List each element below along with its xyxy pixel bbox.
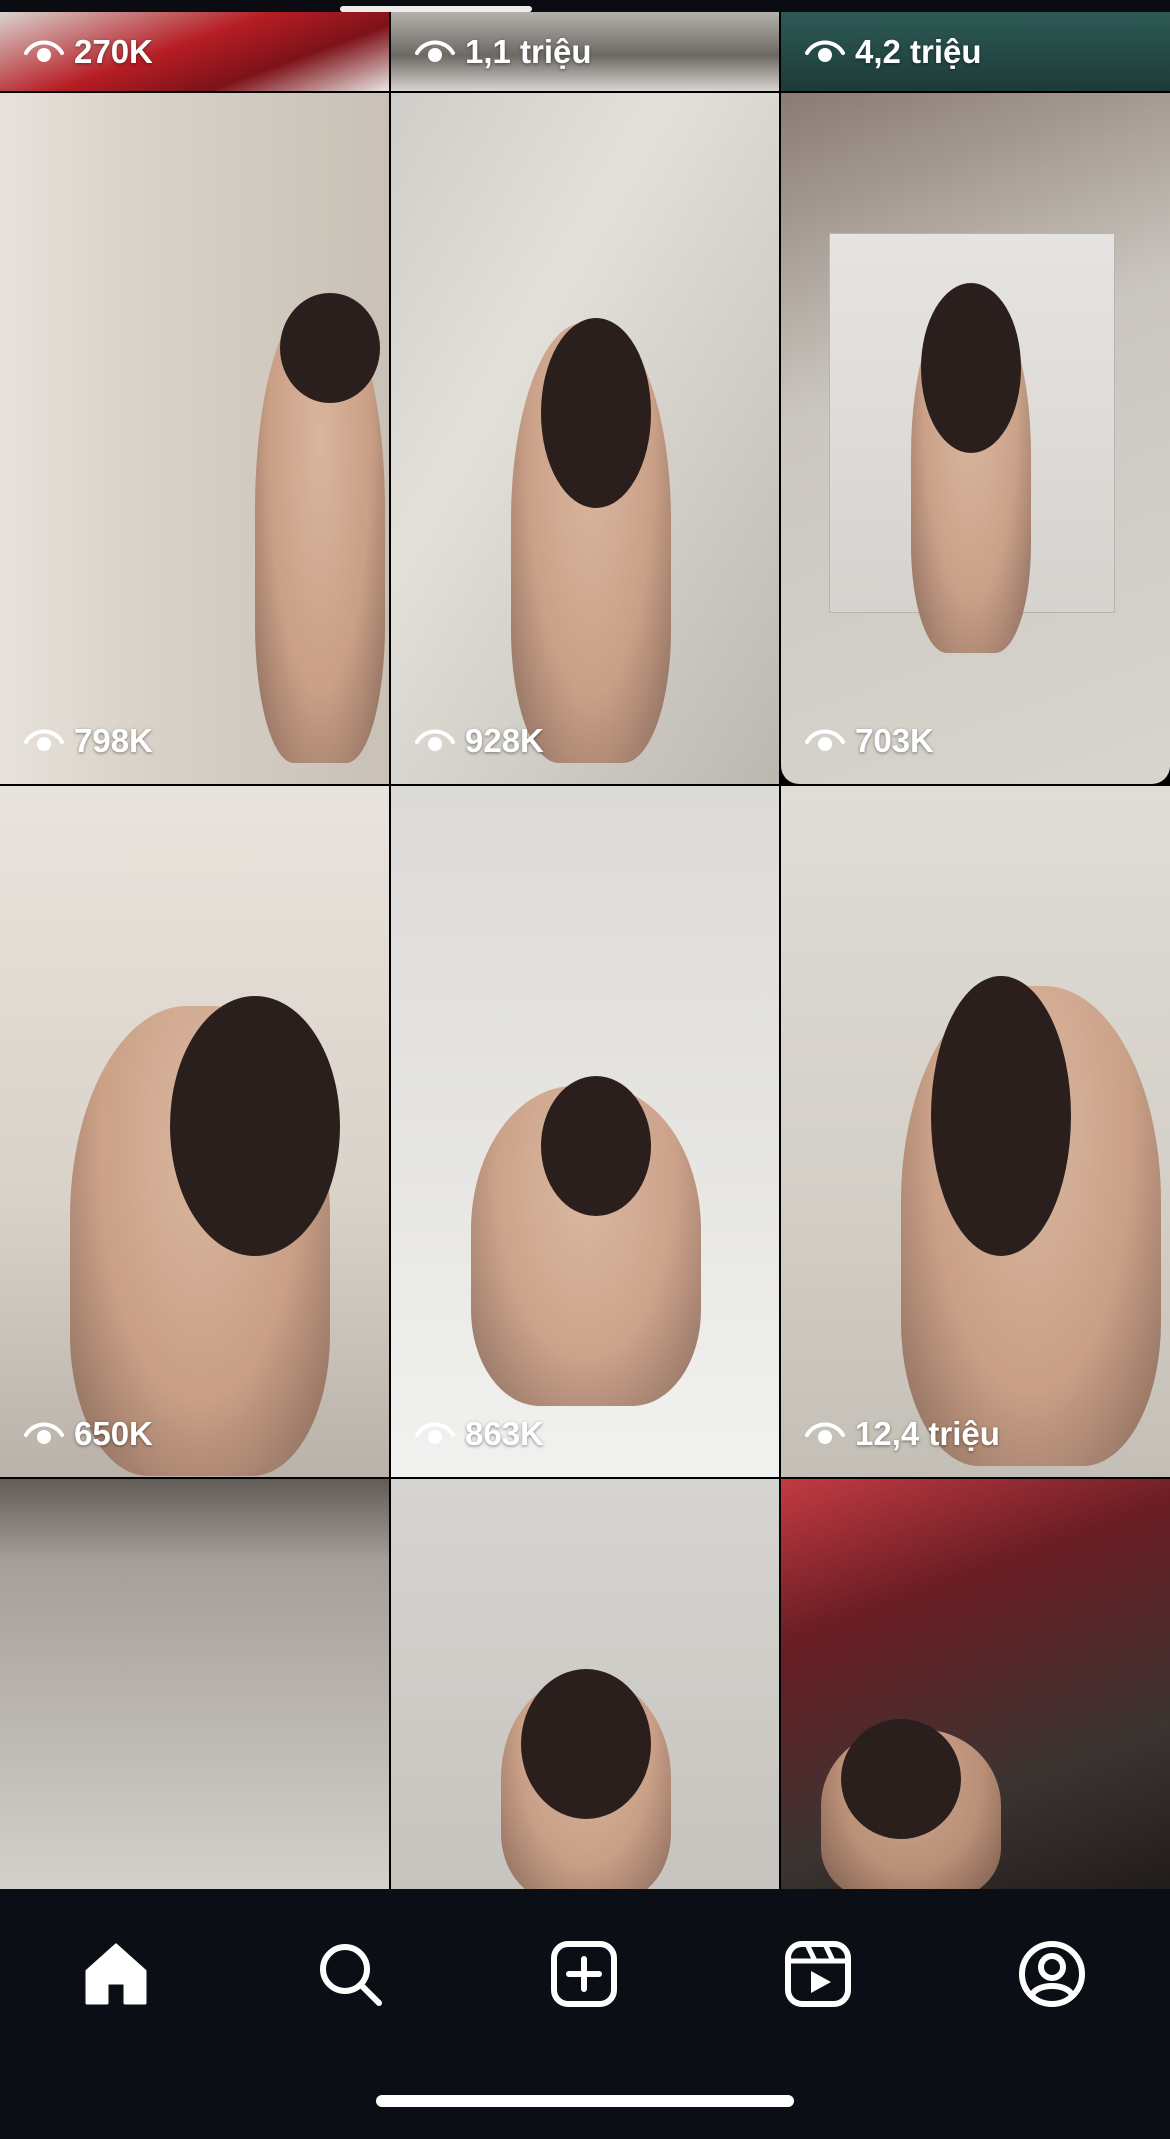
thumbnail-image	[0, 1479, 389, 1889]
search-icon	[320, 1944, 382, 2006]
view-count: 703K	[805, 722, 934, 760]
nav-create-button[interactable]	[539, 1929, 629, 2019]
nav-profile-button[interactable]	[1007, 1929, 1097, 2019]
eye-icon	[805, 729, 845, 751]
view-count: 863K	[415, 1415, 544, 1453]
view-count-text: 703K	[855, 722, 934, 759]
photo-subject-hair	[921, 283, 1021, 453]
photo-subject-hair	[931, 976, 1071, 1256]
explore-feed-screen: 270K 1,1 triệu 4,2 triệu 798K 928K 703K …	[0, 0, 1170, 2139]
photo-subject-hair	[280, 293, 380, 403]
grid-tile-6[interactable]: 703K	[781, 93, 1170, 784]
grid-tile-7[interactable]: 650K	[0, 786, 389, 1477]
view-count: 650K	[24, 1415, 153, 1453]
view-count-text: 928K	[465, 722, 544, 759]
eye-icon	[415, 1422, 455, 1444]
view-count-text: 4,2 triệu	[855, 33, 982, 70]
photo-subject-hair	[170, 996, 340, 1256]
nav-home-button[interactable]	[71, 1929, 161, 2019]
eye-icon	[24, 729, 64, 751]
eye-icon	[805, 1422, 845, 1444]
nav-reels-button[interactable]	[773, 1929, 863, 2019]
grid-tile-4[interactable]: 798K	[0, 93, 389, 784]
eye-icon	[415, 40, 455, 62]
view-count-text: 650K	[74, 1415, 153, 1452]
grid-tile-10[interactable]	[0, 1479, 389, 1889]
grid-tile-8[interactable]: 863K	[391, 786, 779, 1477]
view-count: 4,2 triệu	[805, 33, 982, 71]
home-indicator-bar	[376, 2095, 794, 2107]
view-count-text: 270K	[74, 33, 153, 70]
grid-tile-11[interactable]	[391, 1479, 779, 1889]
grid-tile-3[interactable]: 4,2 triệu	[781, 12, 1170, 91]
view-count-text: 798K	[74, 722, 153, 759]
view-count: 928K	[415, 722, 544, 760]
grid-tile-1[interactable]: 270K	[0, 12, 389, 91]
view-count-text: 12,4 triệu	[855, 1415, 1000, 1452]
view-count-text: 1,1 triệu	[465, 33, 592, 70]
grid-tile-5[interactable]: 928K	[391, 93, 779, 784]
view-count: 270K	[24, 33, 153, 71]
photo-subject-hair	[521, 1669, 651, 1819]
eye-icon	[24, 1422, 64, 1444]
photo-subject-hair	[841, 1719, 961, 1839]
eye-icon	[805, 40, 845, 62]
create-post-icon	[551, 1941, 617, 2007]
reels-icon	[785, 1941, 851, 2007]
view-count-text: 863K	[465, 1415, 544, 1452]
home-icon	[85, 1943, 147, 2005]
view-count: 1,1 triệu	[415, 33, 592, 71]
eye-icon	[24, 40, 64, 62]
view-count: 12,4 triệu	[805, 1415, 1000, 1453]
view-count: 798K	[24, 722, 153, 760]
top-status-strip	[0, 0, 1170, 12]
eye-icon	[415, 729, 455, 751]
grid-tile-9[interactable]: 12,4 triệu	[781, 786, 1170, 1477]
nav-search-button[interactable]	[305, 1929, 395, 2019]
photo-subject-hair	[541, 1076, 651, 1216]
grid-tile-2[interactable]: 1,1 triệu	[391, 12, 779, 91]
photo-subject-hair	[541, 318, 651, 508]
profile-icon	[1019, 1941, 1085, 2007]
grid-tile-12[interactable]	[781, 1479, 1170, 1889]
